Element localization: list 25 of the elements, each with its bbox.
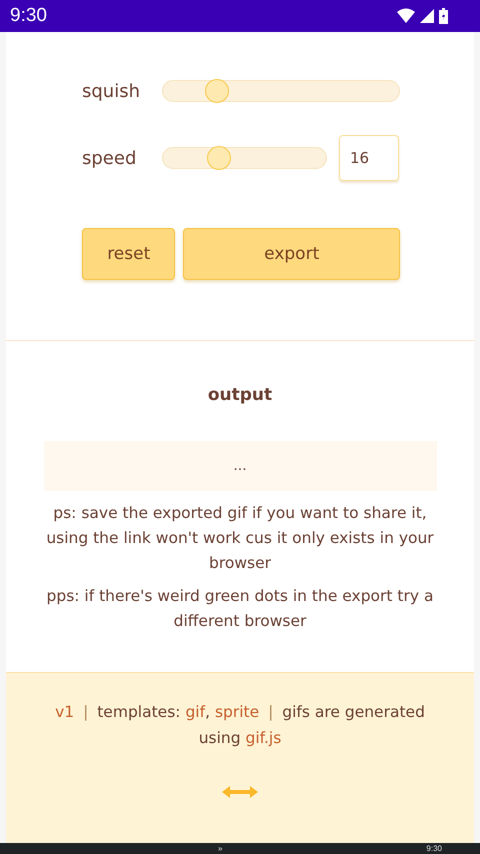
- footer-link[interactable]: v1: [55, 703, 74, 721]
- export-button[interactable]: export: [183, 228, 400, 280]
- slider-label: squish: [82, 80, 141, 102]
- taskbar-chevron[interactable]: »: [218, 843, 222, 854]
- slider-track[interactable]: [162, 80, 400, 102]
- wifi-icon: [397, 8, 415, 24]
- slider-label: speed: [82, 148, 138, 168]
- footer-link[interactable]: sprite: [214, 703, 260, 721]
- section-heading: output: [208, 385, 272, 405]
- output-box: ...: [44, 441, 436, 491]
- number-field[interactable]: 16: [339, 135, 399, 181]
- signal-icon: [420, 9, 434, 23]
- taskbar-clock: 9:30: [426, 843, 442, 854]
- status-time: 9:30: [10, 5, 47, 27]
- slider-thumb[interactable]: [205, 79, 230, 103]
- footer-link[interactable]: gif.js: [246, 729, 282, 747]
- battery-icon: [439, 8, 448, 24]
- note-text: pps: if there's weird green dots in the export try a different browser: [46, 586, 434, 632]
- note-text: ps: save the exported gif if you want to share it, using the link won't work cus it only exists in your browser: [45, 503, 435, 574]
- double-arrow-icon: [222, 785, 258, 799]
- footer-link[interactable]: gif: [185, 703, 206, 721]
- footer-text: v1 | templates: gif, sprite | gifs are generated using gif.js: [54, 702, 426, 749]
- slider-track[interactable]: [162, 147, 327, 169]
- reset-button[interactable]: reset: [82, 228, 176, 280]
- slider-thumb[interactable]: [207, 146, 232, 170]
